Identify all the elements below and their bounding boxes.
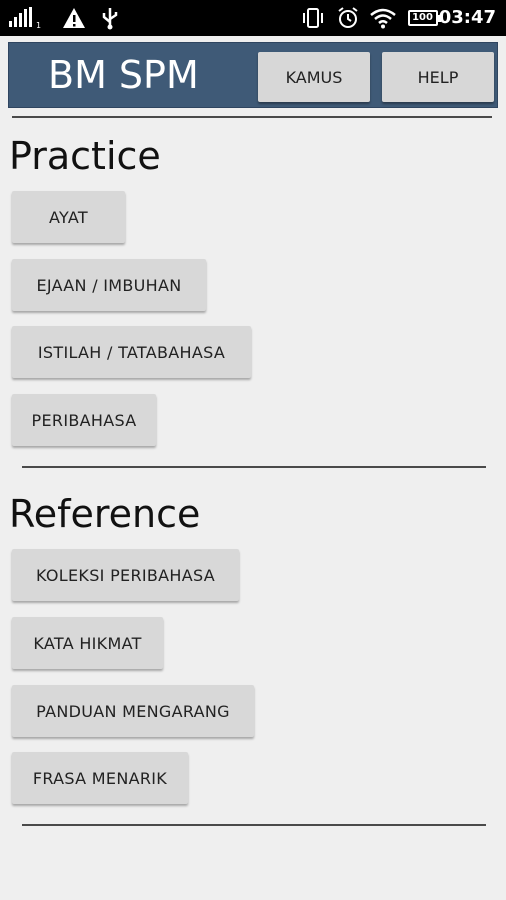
battery-icon: 100 [406,0,442,36]
svg-text:1: 1 [36,21,41,29]
ayat-button[interactable]: AYAT [12,191,125,243]
status-bar: 1 100 03:47 [0,0,506,36]
alarm-icon [334,0,362,36]
divider-bottom [22,824,486,826]
frasa-menarik-button[interactable]: FRASA MENARIK [12,752,188,804]
app-bar: BM SPM KAMUS HELP [8,42,498,108]
practice-heading: Practice [9,134,161,178]
divider-top [12,116,492,118]
divider-middle [22,466,486,468]
kata-hikmat-button[interactable]: KATA HIKMAT [12,617,163,669]
panduan-mengarang-button[interactable]: PANDUAN MENGARANG [12,685,254,737]
battery-level: 100 [412,12,433,23]
ejaan-imbuhan-button[interactable]: EJAAN / IMBUHAN [12,259,206,311]
app-title: BM SPM [48,53,199,97]
signal-icon: 1 [8,0,44,36]
status-time: 03:47 [438,7,496,28]
istilah-tatabahasa-button[interactable]: ISTILAH / TATABAHASA [12,326,251,378]
vibrate-icon [300,0,326,36]
wifi-icon [368,0,398,36]
help-button[interactable]: HELP [382,52,494,102]
warning-icon [60,0,88,36]
reference-heading: Reference [9,492,201,536]
peribahasa-button[interactable]: PERIBAHASA [12,394,156,446]
usb-icon [98,0,122,36]
kamus-button[interactable]: KAMUS [258,52,370,102]
koleksi-peribahasa-button[interactable]: KOLEKSI PERIBAHASA [12,549,239,601]
